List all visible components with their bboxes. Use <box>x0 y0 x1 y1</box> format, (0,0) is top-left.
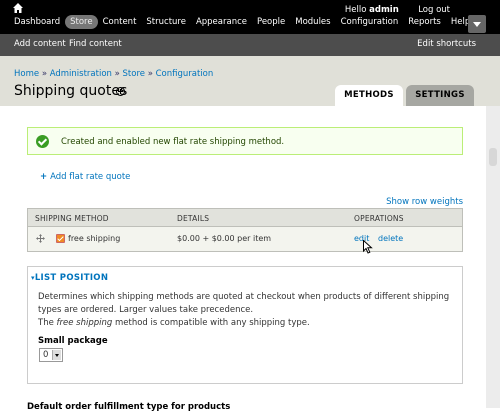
menu-structure[interactable]: Structure <box>141 15 191 29</box>
shortcuts-toggle-button[interactable] <box>468 15 486 33</box>
breadcrumb-separator: » <box>41 69 48 79</box>
breadcrumb-configuration[interactable]: Configuration <box>156 69 214 79</box>
drag-handle-icon[interactable] <box>36 234 45 243</box>
small-package-label: Small package <box>38 336 108 346</box>
scrollbar-thumb[interactable] <box>489 148 497 166</box>
small-package-value: 0 <box>43 350 49 360</box>
breadcrumb-administration[interactable]: Administration <box>50 69 112 79</box>
breadcrumb-store[interactable]: Store <box>123 69 145 79</box>
menu-people[interactable]: People <box>252 15 290 29</box>
table-header: SHIPPING METHOD DETAILS OPERATIONS <box>28 209 462 227</box>
home-icon[interactable] <box>13 3 23 13</box>
chevron-down-icon <box>52 350 61 360</box>
add-shortcut-icon[interactable] <box>116 87 125 96</box>
menu-configuration[interactable]: Configuration <box>336 15 404 29</box>
menu-reports[interactable]: Reports <box>403 15 446 29</box>
show-row-weights-link[interactable]: Show row weights <box>386 197 463 207</box>
edit-shortcuts-link[interactable]: Edit shortcuts <box>417 39 476 49</box>
add-flat-rate-quote-link[interactable]: + Add flat rate quote <box>40 172 130 182</box>
breadcrumb-home[interactable]: Home <box>14 69 39 79</box>
menu-store[interactable]: Store <box>65 15 98 29</box>
column-header-details: DETAILS <box>177 214 210 223</box>
menu-content[interactable]: Content <box>98 15 142 29</box>
small-package-select[interactable]: 0 <box>39 348 63 362</box>
menu-appearance[interactable]: Appearance <box>191 15 252 29</box>
compat-prefix: The <box>38 318 54 328</box>
username-link[interactable]: admin <box>369 5 399 15</box>
method-details: $0.00 + $0.00 per item <box>177 234 272 243</box>
status-message: Created and enabled new flat rate shippi… <box>27 127 463 155</box>
shortcut-add-content[interactable]: Add content <box>14 39 66 49</box>
success-check-icon <box>36 135 49 148</box>
shipping-methods-table: SHIPPING METHOD DETAILS OPERATIONS free … <box>27 208 463 252</box>
fulfillment-type-label: Default order fulfillment type for produ… <box>27 402 231 412</box>
method-name: free shipping <box>68 234 121 243</box>
column-header-operations: OPERATIONS <box>354 214 404 223</box>
mouse-cursor-icon <box>363 240 373 254</box>
list-position-description: Determines which shipping methods are qu… <box>38 291 458 330</box>
logout-link[interactable]: Log out <box>418 5 450 15</box>
list-position-toggle[interactable]: ▾LIST POSITION <box>31 273 108 283</box>
compatibility-text: The free shipping method is compatible w… <box>38 317 458 330</box>
toolbar-menu: Dashboard Store Content Structure Appear… <box>9 15 475 29</box>
shortcut-find-content[interactable]: Find content <box>69 39 122 49</box>
table-row: free shipping $0.00 + $0.00 per item edi… <box>28 227 462 251</box>
status-message-text: Created and enabled new flat rate shippi… <box>61 137 285 147</box>
description-text: Determines which shipping methods are qu… <box>38 292 450 315</box>
page-title: Shipping quotes <box>14 83 128 99</box>
plus-icon: + <box>40 172 48 182</box>
tab-settings[interactable]: SETTINGS <box>406 85 474 106</box>
tab-methods[interactable]: METHODS <box>335 85 403 106</box>
list-position-fieldset: ▾LIST POSITION Determines which shipping… <box>27 266 463 384</box>
breadcrumb: Home » Administration » Store » Configur… <box>14 69 213 79</box>
column-header-method: SHIPPING METHOD <box>35 214 109 223</box>
add-flat-rate-quote-label: Add flat rate quote <box>50 172 131 182</box>
shortcuts-bar: Add content Find content Edit shortcuts <box>0 34 500 56</box>
menu-modules[interactable]: Modules <box>290 15 335 29</box>
user-greeting: Hello admin Log out <box>345 5 450 15</box>
breadcrumb-separator: » <box>114 69 120 79</box>
hello-text: Hello <box>344 5 367 15</box>
compat-suffix: method is compatible with any shipping t… <box>114 318 310 328</box>
scrollbar[interactable] <box>486 106 500 408</box>
list-position-legend: LIST POSITION <box>34 273 109 283</box>
delete-link[interactable]: delete <box>378 234 403 243</box>
enabled-checkbox[interactable] <box>56 234 65 243</box>
compat-method: free shipping <box>56 318 113 328</box>
breadcrumb-separator: » <box>147 69 153 79</box>
admin-toolbar: Dashboard Store Content Structure Appear… <box>0 0 500 34</box>
menu-dashboard[interactable]: Dashboard <box>9 15 65 29</box>
